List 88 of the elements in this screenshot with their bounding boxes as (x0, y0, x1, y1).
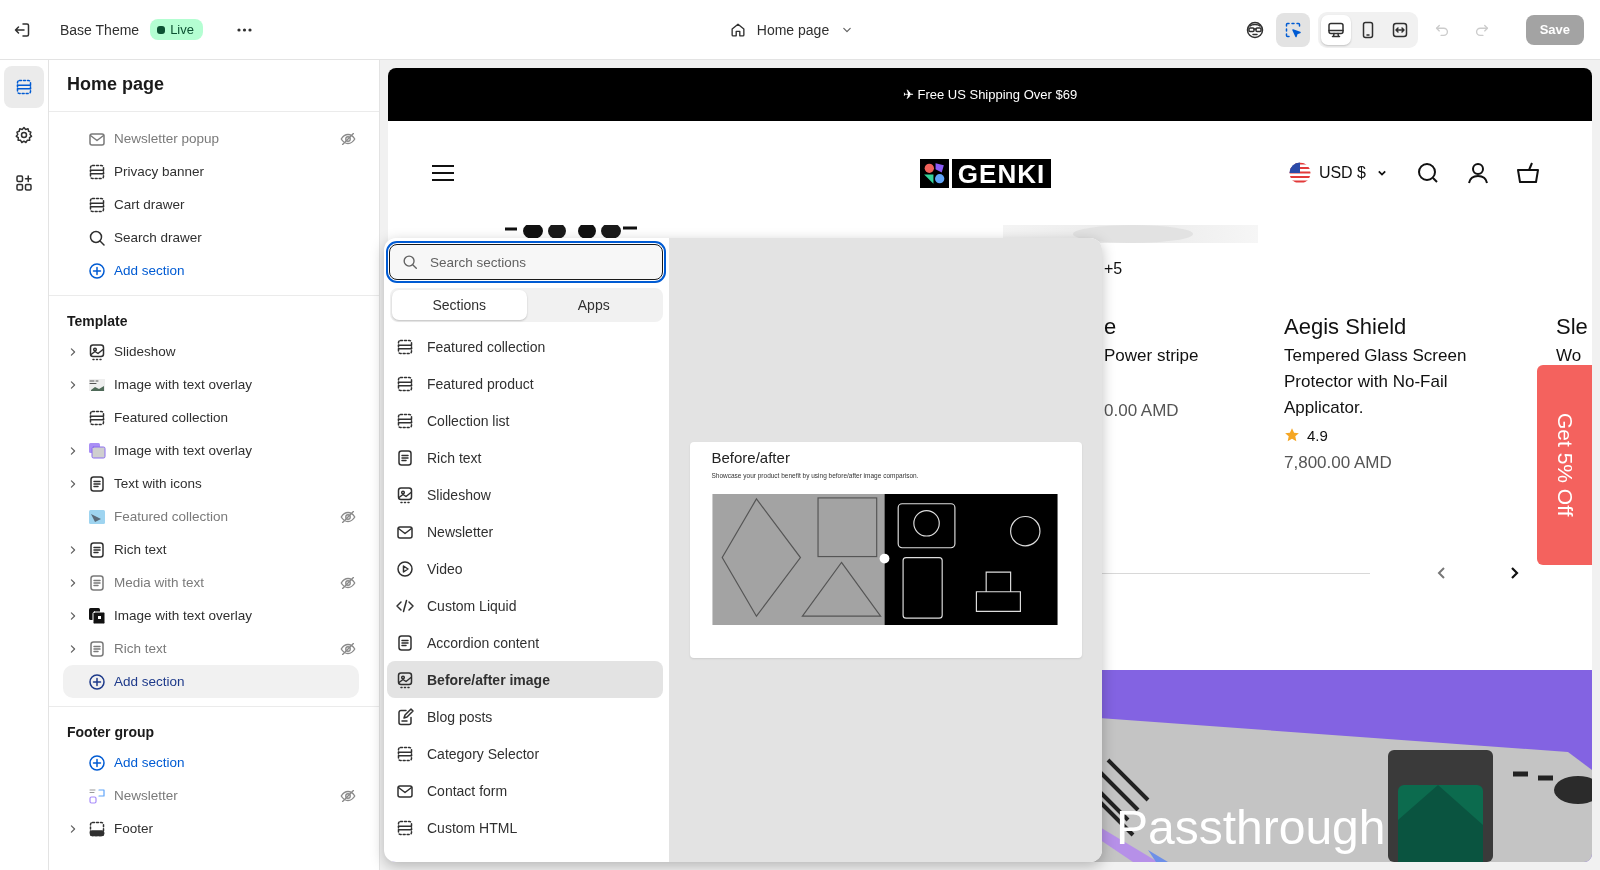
section-item[interactable]: Media with text (49, 566, 379, 599)
section-item[interactable]: Rich text (49, 632, 379, 665)
section-option[interactable]: Blog posts (387, 698, 663, 735)
glasses-face-icon (1244, 19, 1265, 40)
tab[interactable]: Sections (392, 290, 527, 320)
section-item[interactable]: Featured collection (49, 401, 379, 434)
section-item[interactable]: Slideshow (49, 335, 379, 368)
section-option[interactable]: Category Selector (387, 735, 663, 772)
preview-title: Before/after (711, 448, 791, 468)
product-title[interactable]: Aegis Shield (1284, 314, 1556, 340)
sections-icon (14, 77, 34, 97)
theme-name: Base Theme (60, 21, 140, 38)
section-option[interactable]: Newsletter (387, 513, 663, 550)
section-item[interactable]: Footer (49, 812, 379, 845)
section-item[interactable]: Cart drawer (49, 188, 379, 221)
text-document-icon (395, 632, 415, 653)
section-item[interactable]: Image with text overlay (49, 599, 379, 632)
section-item[interactable]: Image with text overlay (49, 368, 379, 401)
status-badge: Live (150, 19, 203, 40)
text-document-icon (395, 447, 415, 468)
section-option[interactable]: Collection list (387, 402, 663, 439)
basket-icon[interactable] (1516, 161, 1540, 185)
add-icon (87, 752, 107, 773)
sections-button[interactable] (4, 66, 44, 108)
text-document-icon (87, 638, 107, 659)
product-title[interactable]: e (1104, 314, 1284, 340)
desktop-button[interactable] (1320, 14, 1351, 45)
section-option[interactable]: Featured product (387, 365, 663, 402)
section-item[interactable]: Newsletter popup (49, 122, 379, 155)
text-document-icon (87, 473, 107, 494)
section-option[interactable]: Video (387, 550, 663, 587)
search-icon[interactable] (1416, 161, 1440, 185)
group-title: Footer group (67, 723, 156, 742)
product-title[interactable]: Sle (1556, 314, 1592, 340)
logo-mark-icon (919, 158, 949, 188)
section-item[interactable]: Text with icons (49, 467, 379, 500)
account-icon[interactable] (1466, 161, 1490, 185)
page-selector[interactable]: Home page (728, 20, 856, 39)
image-icon (87, 341, 107, 362)
product-description: Wo (1556, 345, 1583, 367)
announcement-text: ✈ Free US Shipping Over $69 (902, 87, 1078, 102)
settings-icon (14, 125, 34, 145)
section-option[interactable]: Custom HTML (387, 809, 663, 846)
apps-icon (14, 173, 34, 193)
section-option[interactable]: Rich text (387, 439, 663, 476)
add-icon (87, 260, 107, 281)
product-price: 0.00 AMD (1104, 400, 1180, 422)
edit-document-icon (395, 706, 415, 727)
section-item[interactable]: Search drawer (49, 221, 379, 254)
select-cursor-button[interactable] (1275, 12, 1310, 47)
store-logo[interactable]: GENKI (951, 158, 1052, 188)
section-option[interactable]: Contact form (387, 772, 663, 809)
star-icon (1284, 427, 1300, 443)
play-icon (395, 558, 415, 579)
add-section-button[interactable]: Add section (63, 746, 359, 779)
section-item[interactable]: Image with text overlay (49, 434, 379, 467)
group-title: Template (67, 312, 129, 331)
search-field[interactable]: Search sections (389, 244, 663, 280)
text-document-icon (87, 539, 107, 560)
currency-selector[interactable]: USD $ (1288, 162, 1390, 184)
swatch-count: +5 (1104, 260, 1123, 277)
rating-value: 4.9 (1307, 426, 1328, 444)
section-option[interactable]: Accordion content (387, 624, 663, 661)
image-icon (395, 669, 415, 690)
section-item[interactable]: Newsletter (49, 779, 379, 812)
thumbnail-icon (87, 440, 107, 461)
section-item[interactable]: Rich text (49, 533, 379, 566)
image-icon (395, 484, 415, 505)
panel-title: Home page (49, 60, 379, 112)
text-document-icon (87, 572, 107, 593)
more-icon (237, 27, 253, 32)
tab[interactable]: Apps (526, 290, 661, 320)
add-section-button[interactable]: Add section (63, 665, 359, 698)
section-option[interactable]: Slideshow (387, 476, 663, 513)
section-item[interactable]: Privacy banner (49, 155, 379, 188)
product-description: Power stripe (1104, 345, 1200, 367)
banner-heading: Passthrough (1116, 800, 1386, 856)
product-description: Tempered Glass Screen Protector with No-Fail Applicator. (1284, 345, 1468, 419)
section-option[interactable]: Before/after image (387, 661, 663, 698)
thumbnail-icon (87, 605, 107, 626)
search-icon (401, 253, 419, 271)
section-option[interactable]: Featured collection (387, 328, 663, 365)
flag-icon (1288, 162, 1311, 184)
add-section-button[interactable]: Add section (63, 254, 359, 287)
section-option[interactable]: Custom Liquid (387, 587, 663, 624)
add-icon (87, 671, 107, 692)
section-item[interactable]: Featured collection (49, 500, 379, 533)
product-price: 7,800.00 AMD (1284, 452, 1393, 474)
